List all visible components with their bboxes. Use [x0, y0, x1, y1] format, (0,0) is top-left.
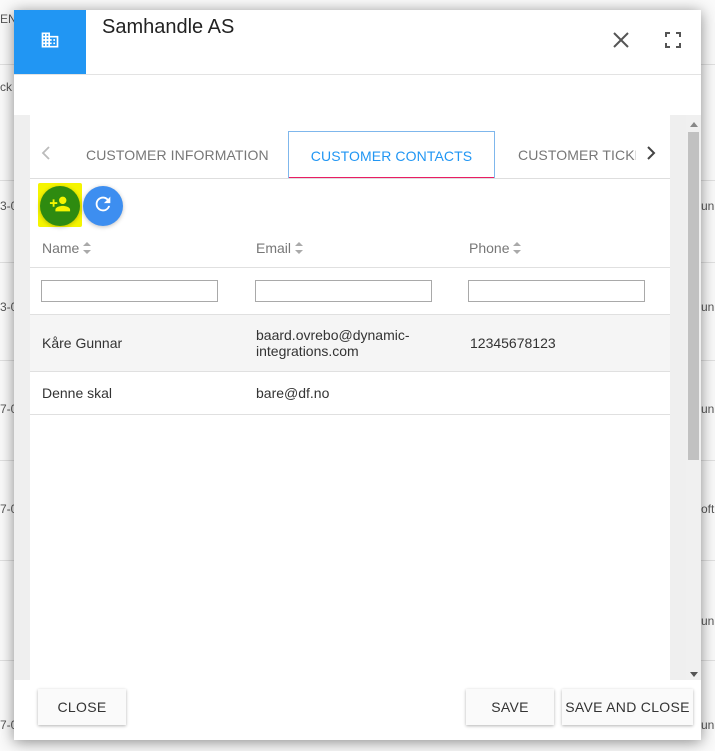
column-header-label: Name [42, 240, 80, 256]
cell-email: bare@df.no [256, 385, 330, 401]
table-row[interactable]: Denne skal bare@df.no [30, 372, 670, 415]
filter-row [30, 268, 670, 315]
background-text: un [701, 199, 715, 213]
refresh-button[interactable] [83, 186, 123, 226]
tab-customer-contacts[interactable]: CUSTOMER CONTACTS [288, 131, 495, 178]
close-dialog-button[interactable] [607, 28, 635, 56]
customer-dialog: Samhandle AS CUSTOMER INFORMATION CUSTOM [14, 10, 701, 740]
table-header: Name Email Phone [30, 228, 670, 268]
background-text: un [701, 402, 715, 416]
cell-phone: 12345678123 [470, 335, 556, 351]
close-icon [612, 31, 630, 54]
header-icon-box [14, 10, 86, 75]
scroll-thumb[interactable] [688, 132, 699, 460]
contacts-table: Name Email Phone Kåre Gunnar baard.ovreb… [30, 228, 670, 415]
chevron-right-icon [646, 145, 656, 165]
sort-icon [295, 242, 304, 254]
fullscreen-button[interactable] [659, 28, 687, 56]
tab-customer-tickets[interactable]: CUSTOMER TICKETS [518, 131, 636, 178]
sort-icon [83, 242, 92, 254]
sort-icon [513, 242, 522, 254]
column-header-label: Phone [469, 240, 510, 256]
tab-scroll-right-button[interactable] [637, 131, 665, 178]
background-text: un [701, 614, 715, 628]
fullscreen-icon [665, 31, 681, 53]
background-text: ck [0, 80, 12, 94]
content-area: CUSTOMER INFORMATION CUSTOMER CONTACTS C… [14, 115, 686, 680]
close-button[interactable]: CLOSE [38, 689, 126, 725]
tab-scroll-left-button[interactable] [32, 131, 60, 178]
email-filter-input[interactable] [255, 280, 432, 302]
name-filter-input[interactable] [41, 280, 218, 302]
cell-name: Kåre Gunnar [42, 335, 123, 351]
scroll-down-button[interactable] [686, 665, 701, 680]
save-button[interactable]: SAVE [466, 689, 554, 725]
phone-filter-input[interactable] [468, 280, 645, 302]
vertical-scrollbar[interactable] [686, 115, 701, 680]
column-header-email[interactable]: Email [256, 240, 304, 256]
dialog-title: Samhandle AS [102, 16, 235, 38]
column-header-phone[interactable]: Phone [469, 240, 522, 256]
scroll-up-button[interactable] [686, 115, 701, 130]
dialog-header: Samhandle AS [14, 10, 701, 75]
background-text: un [701, 718, 715, 732]
dialog-footer: CLOSE SAVE SAVE AND CLOSE [14, 680, 701, 740]
caret-up-icon [689, 114, 698, 132]
column-header-label: Email [256, 240, 292, 256]
column-header-name[interactable]: Name [42, 240, 92, 256]
table-row[interactable]: Kåre Gunnar baard.ovrebo@dynamic-integra… [30, 315, 670, 372]
chevron-left-icon [41, 145, 51, 165]
header-divider [14, 74, 701, 75]
background-text: oft [701, 502, 715, 516]
add-contact-button[interactable] [40, 186, 80, 226]
cell-name: Denne skal [42, 385, 113, 401]
content-card: CUSTOMER INFORMATION CUSTOMER CONTACTS C… [30, 115, 670, 680]
save-and-close-button[interactable]: SAVE AND CLOSE [562, 689, 693, 725]
background-text: un [701, 300, 715, 314]
caret-down-icon [689, 664, 698, 682]
cell-email: baard.ovrebo@dynamic-integrations.com [256, 327, 410, 359]
office-building-icon [40, 30, 60, 55]
add-contact-icon [49, 193, 71, 220]
refresh-icon [92, 193, 114, 220]
tab-customer-information[interactable]: CUSTOMER INFORMATION [86, 131, 269, 178]
tab-bar: CUSTOMER INFORMATION CUSTOMER CONTACTS C… [30, 131, 670, 179]
